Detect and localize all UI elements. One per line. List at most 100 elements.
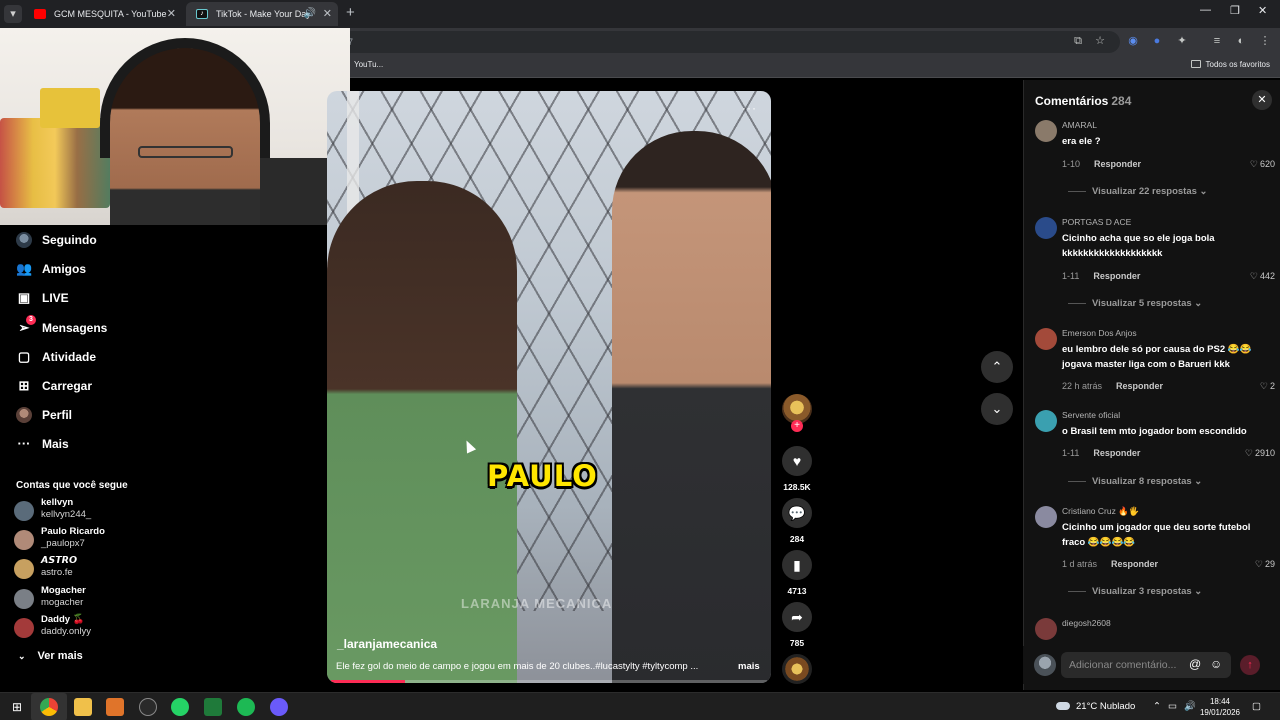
followed-account[interactable]: Mogacher mogacher bbox=[14, 585, 164, 613]
sidebar-item-friends[interactable]: 👥 Amigos bbox=[14, 257, 154, 281]
messages-badge: 3 bbox=[26, 315, 36, 325]
bookmark-star-icon[interactable]: ☆ bbox=[1093, 34, 1107, 48]
video-caption: Ele fez gol do meio de campo e jogou em … bbox=[336, 661, 699, 672]
tab-search-button[interactable]: ▾ bbox=[4, 5, 22, 23]
followed-account[interactable]: Paulo Ricardo _paulopx7 bbox=[14, 526, 164, 554]
sidebar-item-profile[interactable]: Perfil bbox=[14, 403, 154, 427]
follow-plus-icon[interactable]: + bbox=[791, 420, 803, 432]
view-replies-button[interactable]: Visualizar 5 respostas ⌄ bbox=[1068, 298, 1202, 309]
browser-tab-youtube[interactable]: GCM MESQUITA - YouTube ✕ bbox=[24, 2, 182, 26]
install-app-icon[interactable]: ⧉ bbox=[1071, 34, 1085, 48]
comment-user[interactable]: Servente oficial bbox=[1062, 410, 1120, 420]
reply-button[interactable]: Responder bbox=[1094, 159, 1141, 169]
comment-user[interactable]: AMARAL bbox=[1062, 120, 1097, 130]
network-icon[interactable]: ▭ bbox=[1168, 701, 1177, 712]
weather-widget[interactable]: 21°C Nublado bbox=[1056, 701, 1135, 712]
media-control-icon[interactable]: ≡ bbox=[1210, 34, 1224, 48]
sidebar-item-label: Seguindo bbox=[42, 233, 97, 247]
previous-video-button[interactable]: ⌃ bbox=[981, 351, 1013, 383]
mention-icon[interactable]: @ bbox=[1189, 657, 1201, 671]
emoji-icon[interactable]: ☺ bbox=[1210, 657, 1222, 671]
restore-icon[interactable]: ❐ bbox=[1230, 4, 1240, 17]
close-comments-button[interactable]: ✕ bbox=[1252, 90, 1272, 110]
next-video-button[interactable]: ⌄ bbox=[981, 393, 1013, 425]
new-tab-button[interactable]: + bbox=[346, 4, 355, 21]
address-bar[interactable]: 7 bbox=[340, 31, 1120, 53]
menu-dots-icon[interactable]: ⋮ bbox=[1258, 34, 1272, 48]
music-disc-icon[interactable] bbox=[782, 654, 812, 684]
volume-icon[interactable]: 🔊 bbox=[1184, 701, 1196, 712]
followed-account[interactable]: 𝘼𝙎𝙏𝙍𝙊 astro.fe bbox=[14, 555, 164, 583]
all-bookmarks-button[interactable]: Todos os favoritos bbox=[1190, 60, 1270, 69]
app-icon[interactable] bbox=[204, 698, 222, 716]
reply-button[interactable]: Responder bbox=[1093, 271, 1140, 281]
view-replies-button[interactable]: Visualizar 3 respostas ⌄ bbox=[1068, 586, 1202, 597]
whatsapp-icon[interactable] bbox=[171, 698, 189, 716]
avatar[interactable] bbox=[1035, 410, 1057, 432]
view-replies-button[interactable]: Visualizar 22 respostas ⌄ bbox=[1068, 186, 1208, 197]
video-more-icon[interactable]: ··· bbox=[742, 101, 757, 115]
close-tab-icon[interactable]: ✕ bbox=[323, 2, 332, 26]
clock[interactable]: 18:44 19/01/2026 bbox=[1198, 696, 1242, 718]
close-window-icon[interactable]: ✕ bbox=[1258, 4, 1267, 17]
glasses bbox=[138, 146, 233, 158]
extension-icon[interactable]: ● bbox=[1150, 34, 1164, 48]
video-progress-bar[interactable] bbox=[331, 680, 767, 683]
view-replies-button[interactable]: Visualizar 8 respostas ⌄ bbox=[1068, 476, 1202, 487]
speaker-icon[interactable]: 🔊 bbox=[304, 2, 316, 26]
app-icon[interactable] bbox=[139, 698, 157, 716]
reply-button[interactable]: Responder bbox=[1111, 559, 1158, 569]
sidebar-item-live[interactable]: ▣ LIVE bbox=[14, 286, 154, 310]
avatar[interactable] bbox=[1035, 217, 1057, 239]
comment-user[interactable]: Emerson Dos Anjos bbox=[1062, 328, 1137, 338]
send-comment-button[interactable]: ↑ bbox=[1240, 655, 1260, 675]
comment-user[interactable]: diegosh2608 bbox=[1062, 618, 1111, 628]
avatar[interactable] bbox=[1035, 120, 1057, 142]
app-icon[interactable] bbox=[106, 698, 124, 716]
followed-account[interactable]: Daddy 🍒 daddy.onlyy bbox=[14, 614, 164, 642]
followed-account[interactable]: kellvyn kellvyn244_ bbox=[14, 497, 164, 525]
close-tab-icon[interactable]: ✕ bbox=[167, 2, 176, 26]
reply-button[interactable]: Responder bbox=[1116, 381, 1163, 391]
avatar bbox=[14, 589, 34, 609]
browser-tab-tiktok[interactable]: ♪ TikTok - Make Your Day 🔊 ✕ bbox=[186, 2, 338, 26]
bookmark-item[interactable]: YouTu... bbox=[354, 60, 383, 69]
video-author[interactable]: _laranjamecanica bbox=[337, 637, 437, 651]
reply-button[interactable]: Responder bbox=[1093, 448, 1140, 458]
profile-icon[interactable]: ◐ bbox=[1234, 34, 1248, 48]
windows-start-icon[interactable]: ⊞ bbox=[8, 698, 26, 716]
read-aloud-icon[interactable]: ◉ bbox=[1126, 34, 1140, 48]
comment-input[interactable]: Adicionar comentário... bbox=[1061, 652, 1231, 678]
like-button[interactable]: ♥ bbox=[782, 446, 812, 476]
share-button[interactable]: ➦ bbox=[782, 602, 812, 632]
save-button[interactable]: ▮ bbox=[782, 550, 812, 580]
comment-user[interactable]: Cristiano Cruz 🔥🖐 bbox=[1062, 506, 1139, 517]
sidebar-item-following[interactable]: Seguindo bbox=[14, 228, 154, 252]
sidebar-item-activity[interactable]: ▢ Atividade bbox=[14, 345, 154, 369]
see-more-button[interactable]: ⌄ Ver mais bbox=[18, 650, 83, 662]
comment-user[interactable]: PORTGAS D ACE bbox=[1062, 217, 1131, 227]
avatar[interactable] bbox=[1035, 618, 1057, 640]
comment-likes[interactable]: ♡ 2 bbox=[1260, 381, 1275, 392]
sidebar-item-messages[interactable]: ➢ 3 Mensagens bbox=[14, 315, 154, 340]
video-player[interactable]: ··· PAULO LARANJA MECANICA _laranjamecan… bbox=[327, 91, 771, 683]
friends-icon: 👥 bbox=[16, 261, 33, 276]
chevron-up-icon[interactable]: ⌃ bbox=[1153, 701, 1161, 712]
comment-likes[interactable]: ♡ 442 bbox=[1250, 271, 1275, 282]
sidebar-item-more[interactable]: ··· Mais bbox=[14, 432, 154, 456]
comment-button[interactable]: 💬 bbox=[782, 498, 812, 528]
extensions-puzzle-icon[interactable]: ✦ bbox=[1175, 34, 1189, 48]
file-explorer-icon[interactable] bbox=[74, 698, 92, 716]
spotify-icon[interactable] bbox=[237, 698, 255, 716]
caption-more-link[interactable]: mais bbox=[738, 661, 760, 672]
notification-icon[interactable]: ▢ bbox=[1252, 701, 1261, 712]
comment-likes[interactable]: ♡ 620 bbox=[1250, 159, 1275, 170]
sidebar-item-upload[interactable]: ⊞ Carregar bbox=[14, 374, 154, 398]
app-icon[interactable] bbox=[270, 698, 288, 716]
chrome-icon[interactable] bbox=[40, 698, 58, 716]
minimize-icon[interactable]: — bbox=[1200, 4, 1211, 16]
avatar[interactable] bbox=[1035, 328, 1057, 350]
avatar[interactable] bbox=[1035, 506, 1057, 528]
comment-likes[interactable]: ♡ 2910 bbox=[1245, 448, 1275, 459]
comment-likes[interactable]: ♡ 29 bbox=[1255, 559, 1275, 570]
